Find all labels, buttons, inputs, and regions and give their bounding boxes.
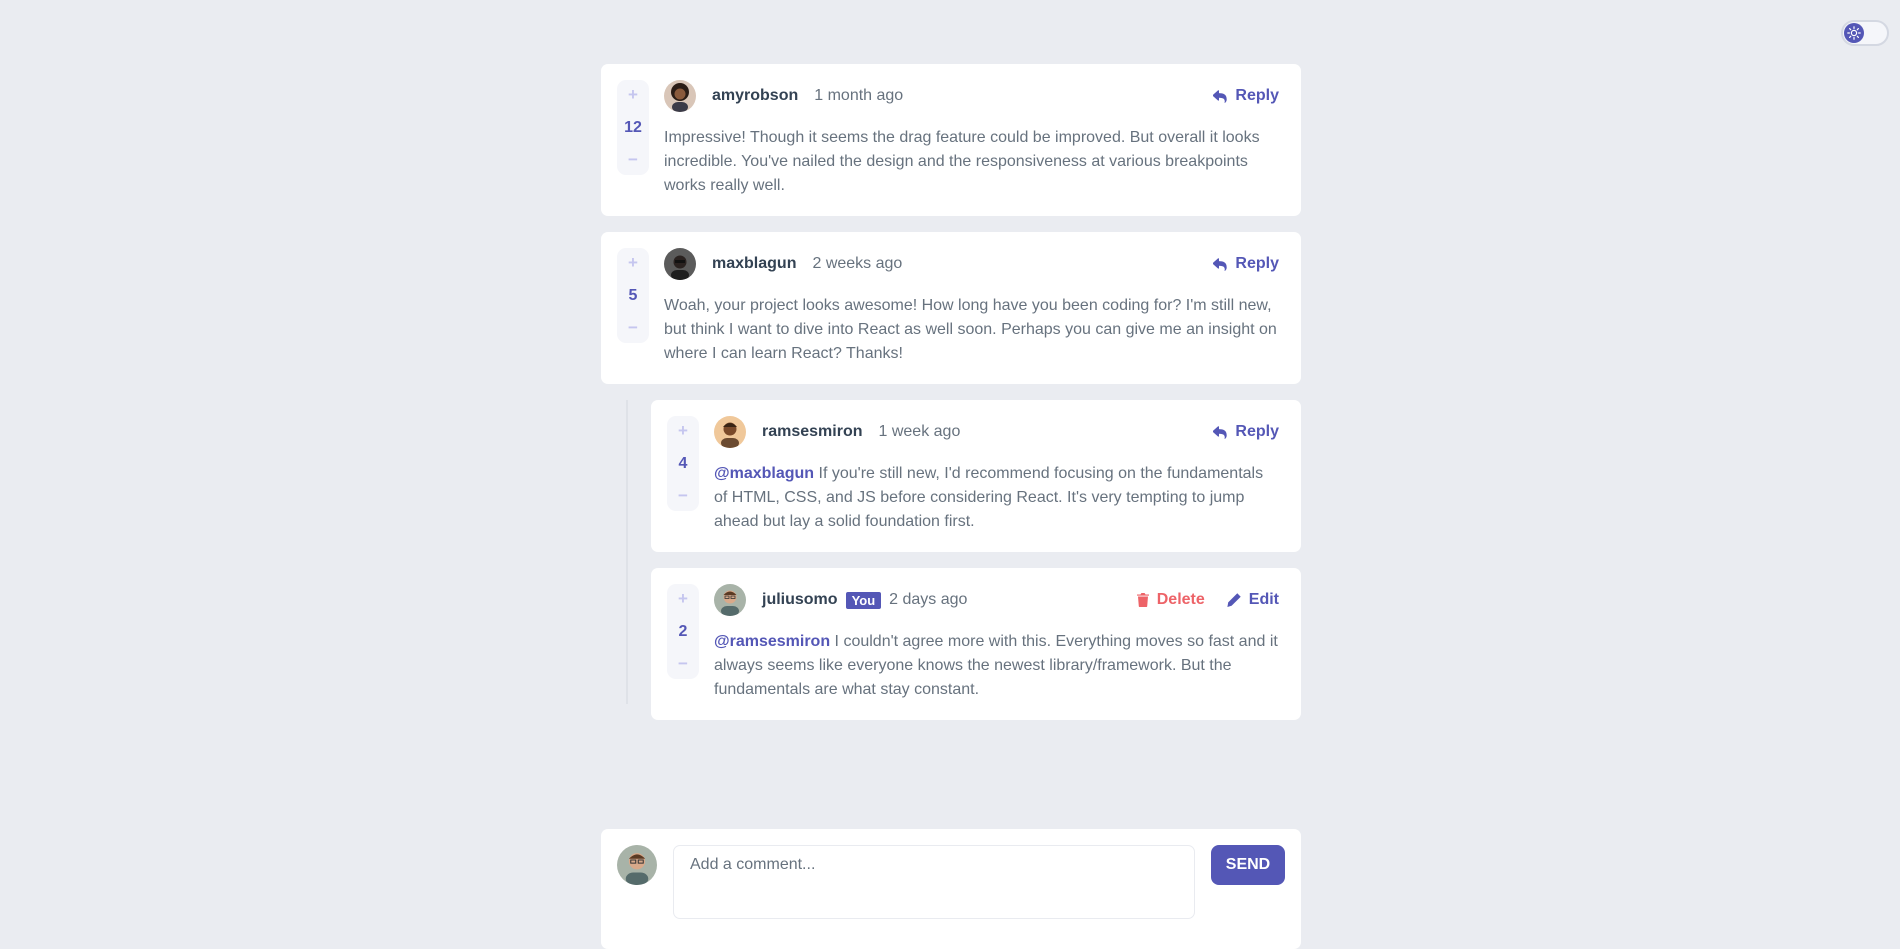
pencil-icon xyxy=(1227,593,1241,607)
username[interactable]: juliusomo xyxy=(762,591,838,609)
downvote-button[interactable]: − xyxy=(678,655,688,673)
comment-header: amyrobson 1 month ago Reply xyxy=(664,80,1279,112)
current-user-avatar xyxy=(617,845,657,885)
delete-label: Delete xyxy=(1156,591,1205,608)
reply-icon xyxy=(1213,425,1228,439)
reply-icon xyxy=(1213,257,1228,271)
comment-body: @ramsesmiron I couldn't agree more with … xyxy=(714,630,1279,702)
reply-button[interactable]: Reply xyxy=(1213,255,1279,273)
avatar xyxy=(714,416,746,448)
mention[interactable]: @ramsesmiron xyxy=(714,633,830,650)
vote-control: + 4 − xyxy=(667,416,699,511)
upvote-button[interactable]: + xyxy=(628,86,638,104)
reply-card: + 4 − ramsesmiron 1 week ago Reply @maxb xyxy=(651,400,1301,552)
comment-body: Woah, your project looks awesome! How lo… xyxy=(664,297,1277,362)
upvote-button[interactable]: + xyxy=(678,590,688,608)
comment-header: ramsesmiron 1 week ago Reply xyxy=(714,416,1279,448)
avatar xyxy=(714,584,746,616)
score: 12 xyxy=(624,118,642,136)
you-badge: You xyxy=(845,591,882,609)
username[interactable]: ramsesmiron xyxy=(762,423,863,441)
downvote-button[interactable]: − xyxy=(628,319,638,337)
theme-toggle[interactable] xyxy=(1841,20,1889,46)
trash-icon xyxy=(1136,593,1149,607)
comment-body: @maxblagun If you're still new, I'd reco… xyxy=(714,462,1279,534)
timestamp: 2 weeks ago xyxy=(812,255,903,272)
reply-label: Reply xyxy=(1235,255,1279,272)
edit-label: Edit xyxy=(1248,591,1279,608)
reply-card: + 2 − juliusomo You 2 days ago Delete Ed… xyxy=(651,568,1301,720)
reply-label: Reply xyxy=(1235,423,1279,440)
reply-icon xyxy=(1213,89,1228,103)
comment-card: + 5 − maxblagun 2 weeks ago Reply Woah, … xyxy=(601,232,1301,384)
upvote-button[interactable]: + xyxy=(678,422,688,440)
upvote-button[interactable]: + xyxy=(628,254,638,272)
delete-button[interactable]: Delete xyxy=(1136,591,1205,609)
score: 4 xyxy=(678,454,688,472)
comment-thread: + 12 − amyrobson 1 month ago Reply Impre… xyxy=(601,64,1301,736)
timestamp: 1 month ago xyxy=(814,87,904,104)
vote-control: + 12 − xyxy=(617,80,649,175)
comment-body: Impressive! Though it seems the drag fea… xyxy=(664,129,1260,194)
comment-input[interactable] xyxy=(673,845,1195,919)
timestamp: 1 week ago xyxy=(878,423,961,440)
downvote-button[interactable]: − xyxy=(628,151,638,169)
vote-control: + 2 − xyxy=(667,584,699,679)
comment-card: + 12 − amyrobson 1 month ago Reply Impre… xyxy=(601,64,1301,216)
replies-section: + 4 − ramsesmiron 1 week ago Reply @maxb xyxy=(626,400,1301,720)
username[interactable]: amyrobson xyxy=(712,87,798,105)
replies-divider xyxy=(626,400,628,704)
send-button[interactable]: SEND xyxy=(1211,845,1285,885)
comment-header: maxblagun 2 weeks ago Reply xyxy=(664,248,1279,280)
downvote-button[interactable]: − xyxy=(678,487,688,505)
mention[interactable]: @maxblagun xyxy=(714,465,814,482)
sun-icon xyxy=(1844,23,1864,43)
reply-button[interactable]: Reply xyxy=(1213,423,1279,441)
username[interactable]: maxblagun xyxy=(712,255,796,273)
comment-header: juliusomo You 2 days ago Delete Edit xyxy=(714,584,1279,616)
vote-control: + 5 − xyxy=(617,248,649,343)
reply-button[interactable]: Reply xyxy=(1213,87,1279,105)
reply-label: Reply xyxy=(1235,87,1279,104)
avatar xyxy=(664,248,696,280)
avatar xyxy=(664,80,696,112)
edit-button[interactable]: Edit xyxy=(1227,591,1279,609)
comment-composer: SEND xyxy=(601,829,1301,949)
score: 5 xyxy=(628,286,638,304)
timestamp: 2 days ago xyxy=(889,591,968,608)
score: 2 xyxy=(678,622,688,640)
